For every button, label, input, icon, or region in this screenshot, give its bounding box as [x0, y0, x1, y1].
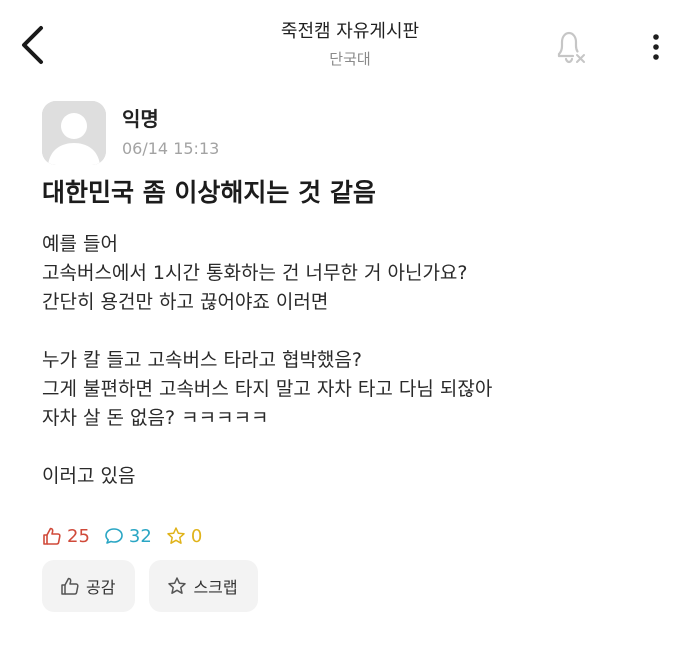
post-body: 예를 들어 고속버스에서 1시간 통화하는 건 너무한 거 아닌가요? 간단히 … — [42, 230, 662, 491]
star-icon — [168, 577, 187, 594]
thumbs-up-icon — [43, 527, 61, 545]
post-stats: 25 32 0 — [42, 522, 216, 550]
chevron-left-icon — [22, 26, 43, 64]
scrap-count-value: 0 — [190, 525, 203, 547]
like-count-value: 25 — [67, 525, 90, 547]
comment-bubble-icon — [105, 528, 123, 544]
post-date: 06/14 15:13 — [122, 139, 220, 158]
star-icon — [167, 527, 185, 544]
body-blank-line — [42, 317, 662, 346]
default-profile-icon — [42, 101, 106, 165]
thumbs-up-icon — [61, 577, 79, 595]
more-options-button[interactable] — [638, 24, 674, 70]
post-screen: 죽전캠 자유게시판 단국대 익명 06/14 15:13 대한민국 좀 이상해지… — [0, 0, 700, 652]
more-vertical-icon — [653, 34, 659, 60]
body-line: 고속버스에서 1시간 통화하는 건 너무한 거 아닌가요? — [42, 262, 468, 284]
app-header: 죽전캠 자유게시판 단국대 — [0, 0, 700, 88]
post-author: 익명 06/14 15:13 — [42, 100, 219, 166]
scrap-button-label: 스크랩 — [193, 578, 238, 597]
back-button[interactable] — [10, 20, 54, 70]
body-line: 예를 들어 — [42, 233, 118, 255]
comment-count: 32 — [104, 526, 152, 547]
scrap-count: 0 — [166, 526, 202, 547]
board-title: 죽전캠 자유게시판 — [280, 21, 420, 42]
author-name: 익명 — [122, 107, 159, 131]
body-line: 간단히 용건만 하고 끊어야죠 이러면 — [42, 291, 329, 313]
notification-toggle-button[interactable] — [548, 24, 592, 70]
body-line: 자차 살 돈 없음? ㅋㅋㅋㅋㅋ — [42, 407, 269, 429]
avatar — [42, 101, 106, 165]
post-actions: 공감 스크랩 — [42, 560, 272, 612]
like-button[interactable]: 공감 — [42, 560, 136, 612]
comment-count-value: 32 — [128, 525, 152, 547]
body-line: 그게 불편하면 고속버스 타지 말고 자차 타고 다님 되잖아 — [42, 378, 493, 400]
school-name: 단국대 — [329, 50, 371, 68]
header-titles: 죽전캠 자유게시판 단국대 — [200, 20, 500, 70]
body-blank-line — [42, 433, 662, 462]
author-meta: 익명 06/14 15:13 — [122, 106, 219, 160]
scrap-button[interactable]: 스크랩 — [149, 560, 258, 612]
bell-off-icon — [557, 31, 585, 64]
like-button-label: 공감 — [86, 578, 116, 597]
post-title: 대한민국 좀 이상해지는 것 같음 — [42, 178, 376, 207]
body-line: 이러고 있음 — [42, 465, 136, 487]
like-count: 25 — [42, 526, 90, 547]
body-line: 누가 칼 들고 고속버스 타라고 협박했음? — [42, 349, 362, 371]
